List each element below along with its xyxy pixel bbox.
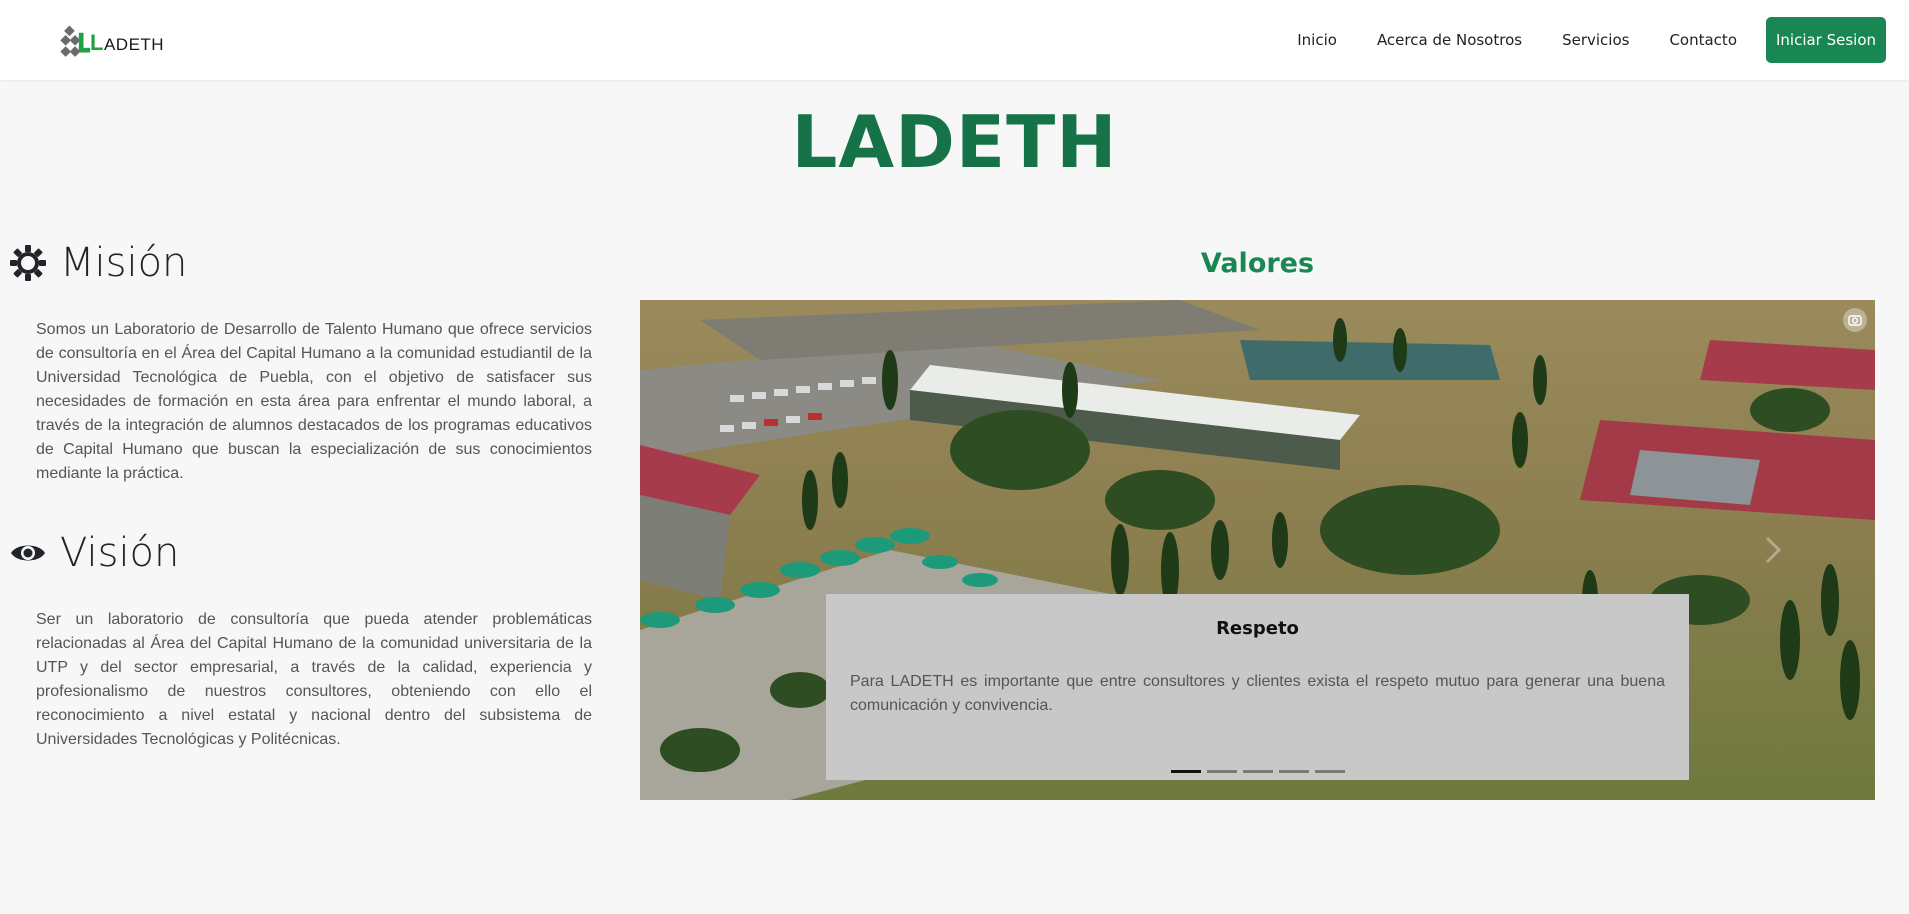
navbar: LADETH Inicio Acerca de Nosotros Servici… bbox=[0, 0, 1909, 80]
nav-link-inicio[interactable]: Inicio bbox=[1297, 31, 1337, 49]
gear-icon bbox=[10, 245, 46, 281]
login-button[interactable]: Iniciar Sesion bbox=[1766, 17, 1886, 63]
page-title: LADETH bbox=[791, 100, 1118, 184]
vision-text: Ser un laboratorio de consultoría que pu… bbox=[36, 611, 592, 748]
vision-heading: Visión bbox=[10, 530, 179, 576]
logo-name: ADETH bbox=[103, 35, 165, 54]
carousel-next-icon[interactable] bbox=[1761, 530, 1785, 570]
carousel-indicator[interactable] bbox=[1242, 770, 1273, 773]
nav-link-acerca[interactable]: Acerca de Nosotros bbox=[1377, 31, 1522, 49]
carousel-indicators bbox=[826, 770, 1689, 773]
slide-text: Para LADETH es importante que entre cons… bbox=[850, 673, 1665, 714]
nav-link-servicios[interactable]: Servicios bbox=[1562, 31, 1629, 49]
carousel-caption: Respeto Para LADETH es importante que en… bbox=[826, 594, 1689, 780]
valores-carousel[interactable]: Respeto Para LADETH es importante que en… bbox=[640, 300, 1875, 800]
camera-icon[interactable] bbox=[1843, 308, 1867, 332]
logo-mark-icon bbox=[60, 25, 91, 57]
slide-title: Respeto bbox=[1216, 618, 1299, 639]
mision-text: Somos un Laboratorio de Desarrollo de Ta… bbox=[36, 321, 592, 482]
carousel-indicator[interactable] bbox=[1278, 770, 1309, 773]
carousel-indicator[interactable] bbox=[1206, 770, 1237, 773]
mision-heading: Misión bbox=[10, 240, 187, 286]
carousel-indicator[interactable] bbox=[1170, 770, 1201, 773]
nav-link-contacto[interactable]: Contacto bbox=[1669, 31, 1737, 49]
vision-title: Visión bbox=[60, 530, 180, 576]
eye-icon bbox=[11, 545, 45, 561]
logo-letter: L bbox=[90, 30, 104, 55]
nav-links: Inicio Acerca de Nosotros Servicios Cont… bbox=[1297, 0, 1909, 80]
valores-title: Valores bbox=[1200, 248, 1315, 279]
ladeth-logo[interactable]: LADETH bbox=[60, 24, 164, 66]
mision-title: Misión bbox=[60, 240, 188, 286]
carousel-indicator[interactable] bbox=[1314, 770, 1345, 773]
